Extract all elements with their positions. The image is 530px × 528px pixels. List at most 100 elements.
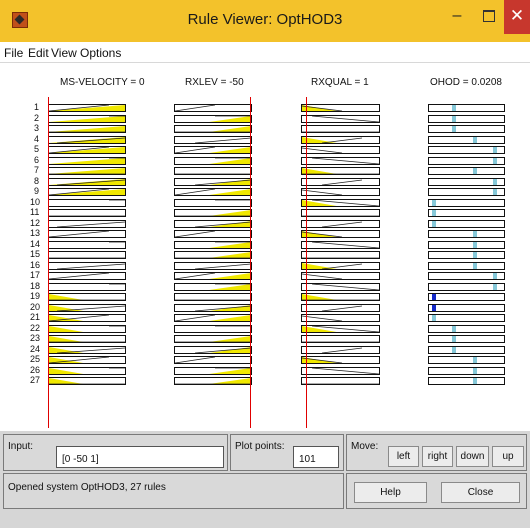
rule-input-cell[interactable]	[48, 335, 126, 343]
rule-input-cell[interactable]	[174, 314, 252, 322]
rule-input-cell[interactable]	[174, 135, 252, 144]
rule-input-cell[interactable]	[301, 219, 380, 228]
rule-output-cell[interactable]	[428, 125, 505, 133]
rule-input-cell[interactable]	[48, 125, 126, 133]
rule-input-cell[interactable]	[174, 198, 252, 207]
rule-input-cell[interactable]	[174, 251, 252, 259]
rule-input-cell[interactable]	[48, 135, 126, 144]
help-button[interactable]: Help	[354, 482, 427, 503]
input-value-line[interactable]	[250, 97, 251, 428]
rule-output-cell[interactable]	[428, 135, 505, 144]
input-value-line[interactable]	[48, 97, 49, 428]
rule-input-cell[interactable]	[174, 114, 252, 123]
rule-input-cell[interactable]	[301, 114, 380, 123]
rule-input-cell[interactable]	[174, 167, 252, 175]
rule-input-cell[interactable]	[48, 366, 126, 375]
rule-output-cell[interactable]	[428, 293, 505, 301]
rule-input-cell[interactable]	[48, 377, 126, 385]
rule-input-cell[interactable]	[174, 125, 252, 133]
menu-view[interactable]: View	[51, 46, 77, 60]
rule-input-cell[interactable]	[301, 345, 380, 354]
close-window-button[interactable]: ✕	[504, 0, 530, 34]
rule-input-cell[interactable]	[301, 198, 380, 207]
rule-output-cell[interactable]	[428, 240, 505, 249]
minimize-button[interactable]: –	[442, 0, 472, 34]
close-button[interactable]: Close	[441, 482, 520, 503]
rule-input-cell[interactable]	[301, 314, 380, 322]
rule-output-cell[interactable]	[428, 282, 505, 291]
rule-output-cell[interactable]	[428, 146, 505, 154]
rule-output-cell[interactable]	[428, 345, 505, 354]
plot-points-field[interactable]: 101	[293, 446, 339, 468]
rule-input-cell[interactable]	[48, 188, 126, 196]
rule-input-cell[interactable]	[174, 230, 252, 238]
rule-input-cell[interactable]	[301, 324, 380, 333]
rule-input-cell[interactable]	[301, 356, 380, 364]
rule-input-cell[interactable]	[174, 219, 252, 228]
rule-output-cell[interactable]	[428, 335, 505, 343]
rule-input-cell[interactable]	[48, 293, 126, 301]
rule-output-cell[interactable]	[428, 272, 505, 280]
rule-input-cell[interactable]	[48, 219, 126, 228]
rule-input-cell[interactable]	[301, 209, 380, 217]
rule-input-cell[interactable]	[301, 125, 380, 133]
input-vector-field[interactable]: [0 -50 1]	[56, 446, 224, 468]
rule-input-cell[interactable]	[174, 156, 252, 165]
rule-input-cell[interactable]	[301, 230, 380, 238]
rule-input-cell[interactable]	[174, 377, 252, 385]
rule-output-cell[interactable]	[428, 230, 505, 238]
rule-input-cell[interactable]	[48, 209, 126, 217]
rule-input-cell[interactable]	[48, 167, 126, 175]
rule-input-cell[interactable]	[48, 345, 126, 354]
rule-input-cell[interactable]	[301, 293, 380, 301]
rule-input-cell[interactable]	[174, 282, 252, 291]
rule-output-cell[interactable]	[428, 366, 505, 375]
input-value-line[interactable]	[306, 97, 307, 428]
rule-input-cell[interactable]	[48, 114, 126, 123]
rule-output-cell[interactable]	[428, 303, 505, 312]
rule-input-cell[interactable]	[301, 167, 380, 175]
menu-edit[interactable]: Edit	[28, 46, 49, 60]
rule-input-cell[interactable]	[48, 230, 126, 238]
rule-input-cell[interactable]	[174, 356, 252, 364]
rule-output-cell[interactable]	[428, 219, 505, 228]
rule-input-cell[interactable]	[48, 177, 126, 186]
rule-input-cell[interactable]	[174, 146, 252, 154]
rule-input-cell[interactable]	[174, 335, 252, 343]
move-left-button[interactable]: left	[388, 446, 419, 467]
move-down-button[interactable]: down	[456, 446, 489, 467]
rule-input-cell[interactable]	[174, 303, 252, 312]
rule-input-cell[interactable]	[48, 146, 126, 154]
rule-input-cell[interactable]	[174, 209, 252, 217]
rule-output-cell[interactable]	[428, 104, 505, 112]
rule-input-cell[interactable]	[174, 345, 252, 354]
rule-input-cell[interactable]	[301, 177, 380, 186]
rule-output-cell[interactable]	[428, 251, 505, 259]
rule-input-cell[interactable]	[301, 251, 380, 259]
rule-input-cell[interactable]	[174, 293, 252, 301]
rule-output-cell[interactable]	[428, 177, 505, 186]
rule-input-cell[interactable]	[301, 272, 380, 280]
rule-output-cell[interactable]	[428, 314, 505, 322]
rule-input-cell[interactable]	[301, 377, 380, 385]
rule-output-cell[interactable]	[428, 356, 505, 364]
rule-input-cell[interactable]	[301, 335, 380, 343]
rule-input-cell[interactable]	[174, 240, 252, 249]
rule-input-cell[interactable]	[174, 272, 252, 280]
move-right-button[interactable]: right	[422, 446, 453, 467]
rule-output-cell[interactable]	[428, 377, 505, 385]
rule-output-cell[interactable]	[428, 209, 505, 217]
rule-input-cell[interactable]	[48, 198, 126, 207]
rule-input-cell[interactable]	[174, 104, 252, 112]
rule-input-cell[interactable]	[48, 303, 126, 312]
rule-output-cell[interactable]	[428, 188, 505, 196]
rule-output-cell[interactable]	[428, 167, 505, 175]
rule-input-cell[interactable]	[174, 366, 252, 375]
maximize-button[interactable]	[474, 0, 504, 34]
rule-input-cell[interactable]	[301, 366, 380, 375]
rule-input-cell[interactable]	[48, 282, 126, 291]
rule-input-cell[interactable]	[48, 104, 126, 112]
rule-output-cell[interactable]	[428, 156, 505, 165]
rule-input-cell[interactable]	[174, 324, 252, 333]
rule-input-cell[interactable]	[48, 272, 126, 280]
